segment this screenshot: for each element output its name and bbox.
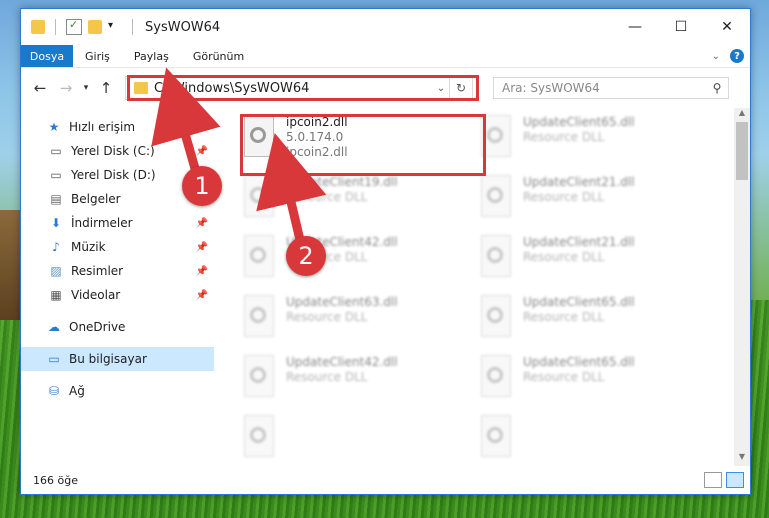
up-button[interactable]: ↑ [93,79,119,97]
pin-icon: 📌 [195,217,208,229]
drive-icon: ▭ [50,144,62,158]
step-2-badge: 2 [286,236,326,276]
pin-icon: 📌 [195,289,208,301]
file-highlight-box [240,114,486,176]
sidebar-item-this-pc[interactable]: ▭ Bu bilgisayar [21,347,214,371]
forward-button[interactable]: → [53,79,79,97]
dll-file-icon [242,355,276,399]
file-item[interactable] [242,415,472,467]
customize-toolbar-icon[interactable]: ▾ [108,20,122,34]
dll-file-icon [479,235,513,279]
sidebar-item-quick-access[interactable]: ★ Hızlı erişim [21,115,214,139]
status-bar: 166 öğe [21,466,750,494]
tab-file[interactable]: Dosya [21,45,73,67]
new-folder-icon[interactable] [88,20,102,34]
navigation-pane: ★ Hızlı erişim ▭ Yerel Disk (C:) 📌 ▭ Yer… [21,108,214,466]
item-count: 166 öğe [33,473,78,487]
search-placeholder: Ara: SysWOW64 [502,81,600,95]
dll-file-icon [242,415,276,459]
recent-locations-icon[interactable]: ▾ [79,83,93,93]
documents-icon: ▤ [50,192,62,206]
quick-access-toolbar: ▾ [21,18,137,35]
sidebar-item-pictures[interactable]: ▨ Resimler 📌 [21,259,214,283]
scroll-down-icon[interactable]: ▼ [734,452,750,466]
file-item[interactable]: UpdateClient65.dll Resource DLL [479,295,709,347]
pin-icon: 📌 [195,241,208,253]
file-item[interactable]: UpdateClient42.dll Resource DLL [242,235,472,287]
sidebar-item-music[interactable]: ♪ Müzik 📌 [21,235,214,259]
sidebar-item-downloads[interactable]: ⬇ İndirmeler 📌 [21,211,214,235]
sidebar-item-network[interactable]: ⛁ Ağ [21,379,214,403]
file-item[interactable] [479,415,709,467]
scrollbar-thumb[interactable] [736,122,748,180]
back-button[interactable]: ← [27,79,53,97]
network-icon: ⛁ [48,384,60,398]
close-button[interactable]: ✕ [704,9,750,45]
music-icon: ♪ [52,240,60,254]
ribbon-tabs: Dosya Giriş Paylaş Görünüm ⌄ ? [21,45,750,67]
scroll-up-icon[interactable]: ▲ [734,108,750,122]
sidebar-item-onedrive[interactable]: ☁ OneDrive [21,315,214,339]
file-item[interactable]: UpdateClient63.dll Resource DLL [242,295,472,347]
details-view-icon[interactable] [704,472,722,488]
sidebar-item-disk-c[interactable]: ▭ Yerel Disk (C:) 📌 [21,139,214,163]
tiles-view-icon[interactable] [726,472,744,488]
dll-file-icon [242,295,276,339]
dll-file-icon [479,415,513,459]
star-icon: ★ [48,120,60,134]
download-icon: ⬇ [50,216,62,230]
drive-icon: ▭ [50,168,62,182]
minimize-button[interactable]: — [612,9,658,45]
dll-file-icon [479,175,513,219]
dll-file-icon [242,235,276,279]
pictures-icon: ▨ [50,264,62,278]
file-item[interactable]: UpdateClient65.dll Resource DLL [479,355,709,407]
maximize-button[interactable]: ☐ [658,9,704,45]
tab-share[interactable]: Paylaş [122,45,181,67]
search-box[interactable]: Ara: SysWOW64 ⚲ [493,77,729,99]
video-icon: ▦ [50,288,62,302]
dll-file-icon [479,355,513,399]
computer-icon: ▭ [48,352,60,366]
pin-icon: 📌 [195,265,208,277]
file-item[interactable]: UpdateClient21.dll Resource DLL [479,175,709,227]
explorer-window: ▾ SysWOW64 — ☐ ✕ Dosya Giriş Paylaş Görü… [20,8,751,495]
tab-home[interactable]: Giriş [73,45,122,67]
window-controls: — ☐ ✕ [612,9,750,45]
cloud-icon: ☁ [48,320,60,334]
step-1-badge: 1 [182,166,222,206]
address-highlight-box [127,75,479,101]
dll-file-icon [242,175,276,219]
file-item[interactable]: UpdateClient19.dll Resource DLL [242,175,472,227]
sidebar-item-videos[interactable]: ▦ Videolar 📌 [21,283,214,307]
file-item[interactable]: UpdateClient42.dll Resource DLL [242,355,472,407]
tab-view[interactable]: Görünüm [181,45,256,67]
background-hut [0,210,22,320]
pin-icon: 📌 [195,145,208,157]
help-icon[interactable]: ? [730,49,744,63]
search-icon[interactable]: ⚲ [706,81,728,95]
window-title: SysWOW64 [145,19,221,35]
vertical-scrollbar[interactable]: ▲ ▼ [734,108,750,466]
file-item[interactable]: UpdateClient65.dll Resource DLL [479,115,709,167]
file-item[interactable]: UpdateClient21.dll Resource DLL [479,235,709,287]
dll-file-icon [479,295,513,339]
folder-icon [31,20,45,34]
expand-ribbon-icon[interactable]: ⌄ [712,51,720,62]
properties-icon[interactable] [66,18,82,35]
title-bar: ▾ SysWOW64 — ☐ ✕ [21,9,750,45]
